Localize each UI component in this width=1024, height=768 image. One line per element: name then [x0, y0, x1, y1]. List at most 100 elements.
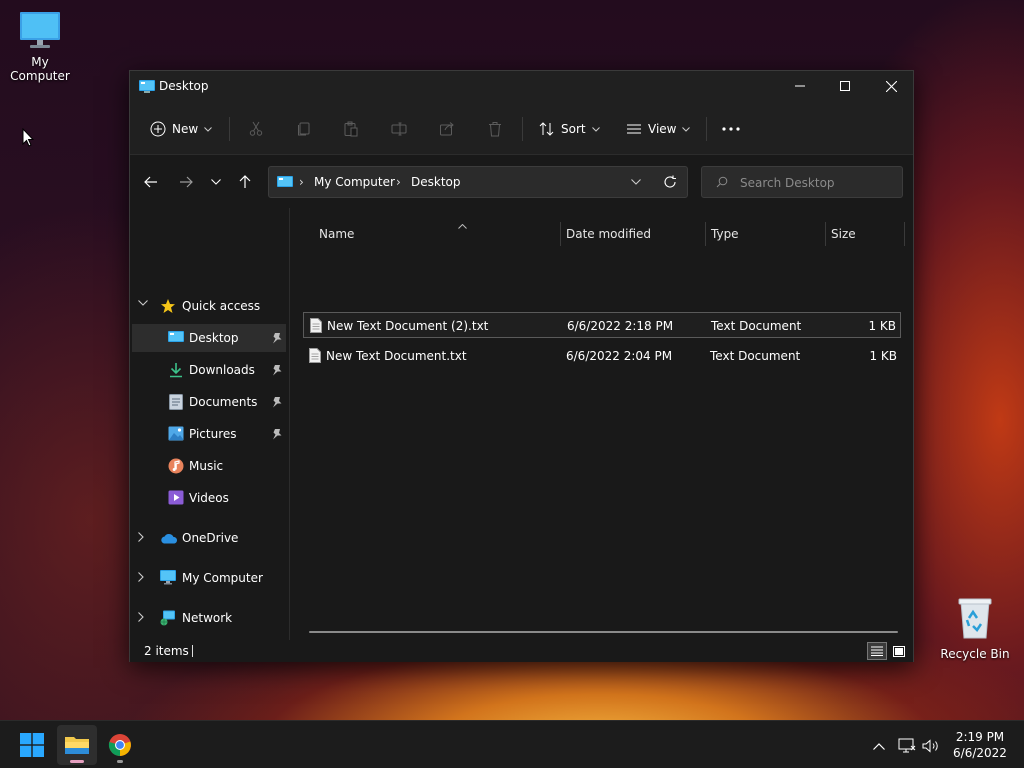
navigation-bar: › My Computer › Desktop	[130, 156, 913, 208]
sidebar-item-videos[interactable]: Videos	[132, 484, 286, 512]
start-button[interactable]	[12, 725, 52, 765]
pin-icon[interactable]	[272, 332, 282, 344]
volume-icon	[922, 739, 938, 753]
breadcrumb-my-computer[interactable]: My Computer	[314, 175, 395, 189]
title-bar[interactable]: Desktop	[130, 71, 913, 103]
view-button[interactable]: View	[626, 117, 691, 141]
sidebar-item-desktop[interactable]: Desktop	[132, 324, 286, 352]
refresh-icon[interactable]	[663, 175, 677, 189]
delete-button[interactable]	[487, 117, 503, 141]
sidebar-item-documents[interactable]: Documents	[132, 388, 286, 416]
chevron-down-icon	[204, 126, 213, 132]
taskbar: 2:19 PM 6/6/2022	[0, 720, 1024, 768]
sidebar-item-network[interactable]: Network	[132, 604, 286, 632]
share-button[interactable]	[439, 117, 455, 141]
column-header-size[interactable]: Size	[826, 222, 905, 246]
horizontal-scrollbar[interactable]	[309, 631, 898, 633]
search-icon	[716, 176, 728, 188]
up-button[interactable]	[233, 170, 257, 194]
arrow-up-icon	[239, 175, 251, 188]
sidebar-item-pictures[interactable]: Pictures	[132, 420, 286, 448]
file-row[interactable]: New Text Document.txt 6/6/2022 2:04 PM T…	[303, 343, 901, 369]
recent-locations-button[interactable]	[204, 170, 228, 194]
column-header-label: Size	[831, 227, 856, 241]
chrome-taskbar-button[interactable]	[100, 725, 140, 765]
mouse-cursor-icon	[22, 128, 34, 147]
show-hidden-icons-button[interactable]	[869, 737, 889, 755]
more-options-button[interactable]	[722, 117, 740, 141]
desktop-folder-icon	[139, 80, 155, 93]
paste-button[interactable]	[343, 117, 359, 141]
sidebar-item-quick-access[interactable]: Quick access	[132, 292, 286, 320]
chevron-right-icon[interactable]	[138, 572, 144, 582]
desktop-icon-my-computer[interactable]: My Computer	[0, 10, 80, 83]
sidebar-item-label: Videos	[189, 491, 229, 505]
forward-button[interactable]	[174, 170, 198, 194]
file-name: New Text Document (2).txt	[327, 319, 489, 333]
details-view-icon	[871, 646, 883, 656]
sidebar-item-label: Downloads	[189, 363, 255, 377]
pin-icon[interactable]	[272, 364, 282, 376]
details-view-button[interactable]	[867, 642, 887, 660]
sidebar-item-my-computer[interactable]: My Computer	[132, 564, 286, 592]
address-dropdown-icon[interactable]	[631, 176, 641, 188]
pin-icon[interactable]	[272, 428, 282, 440]
sidebar-item-onedrive[interactable]: OneDrive	[132, 524, 286, 552]
share-icon	[440, 122, 454, 136]
search-box[interactable]	[701, 166, 903, 198]
desktop-icon-label: Recycle Bin	[940, 647, 1010, 661]
clock-date: 6/6/2022	[953, 746, 1007, 760]
close-button[interactable]	[868, 71, 914, 101]
file-list: Name Date modified Type Size New Text Do…	[291, 208, 913, 640]
back-button[interactable]	[139, 170, 163, 194]
paste-icon	[344, 121, 358, 137]
clock[interactable]: 2:19 PM 6/6/2022	[944, 729, 1016, 761]
minimize-button[interactable]	[777, 71, 823, 101]
maximize-button[interactable]	[822, 71, 868, 101]
sidebar-item-label: OneDrive	[182, 531, 239, 545]
rename-button[interactable]	[391, 117, 407, 141]
desktop-icon-label: My Computer	[10, 55, 70, 83]
search-input[interactable]	[740, 174, 895, 192]
chevron-down-icon	[682, 126, 691, 132]
network-status-button[interactable]	[897, 737, 917, 755]
new-button[interactable]: New	[150, 117, 213, 141]
chevron-down-icon	[211, 179, 221, 185]
sidebar-item-label: Network	[182, 611, 233, 625]
file-type: Text Document	[710, 349, 801, 363]
sort-button[interactable]: Sort	[539, 117, 600, 141]
toolbar-divider	[706, 117, 707, 141]
column-header-type[interactable]: Type	[706, 222, 826, 246]
volume-button[interactable]	[921, 737, 941, 755]
file-explorer-window: Desktop New Sort View › My Computer › De…	[129, 70, 914, 662]
file-row[interactable]: New Text Document (2).txt 6/6/2022 2:18 …	[303, 312, 901, 338]
chrome-icon	[108, 734, 131, 756]
new-button-label: New	[172, 122, 199, 136]
desktop-folder-icon	[277, 176, 293, 187]
breadcrumb-separator-icon[interactable]: ›	[396, 175, 401, 189]
chevron-right-icon[interactable]	[138, 612, 144, 622]
breadcrumb-separator-icon[interactable]: ›	[299, 175, 304, 189]
monitor-icon	[160, 570, 176, 585]
column-header-name[interactable]: Name	[318, 222, 561, 246]
column-header-label: Type	[711, 227, 739, 241]
address-bar[interactable]: › My Computer › Desktop	[268, 166, 688, 198]
chevron-down-icon[interactable]	[138, 300, 148, 306]
cut-button[interactable]	[248, 117, 264, 141]
sidebar-item-music[interactable]: Music	[132, 452, 286, 480]
chevron-right-icon[interactable]	[138, 532, 144, 542]
file-size: 1 KB	[868, 319, 896, 333]
breadcrumb-desktop[interactable]: Desktop	[411, 175, 461, 189]
sidebar-item-label: Pictures	[189, 427, 237, 441]
column-header-date-modified[interactable]: Date modified	[561, 222, 706, 246]
sidebar-item-downloads[interactable]: Downloads	[132, 356, 286, 384]
file-type: Text Document	[711, 319, 802, 333]
desktop-icon-recycle-bin[interactable]: Recycle Bin	[935, 596, 1015, 661]
desktop-folder-icon	[168, 331, 184, 342]
column-divider[interactable]	[904, 222, 905, 246]
copy-button[interactable]	[296, 117, 312, 141]
file-explorer-taskbar-button[interactable]	[57, 725, 97, 765]
file-date-modified: 6/6/2022 2:04 PM	[566, 349, 673, 363]
large-icons-view-button[interactable]	[889, 642, 909, 660]
pin-icon[interactable]	[272, 396, 282, 408]
